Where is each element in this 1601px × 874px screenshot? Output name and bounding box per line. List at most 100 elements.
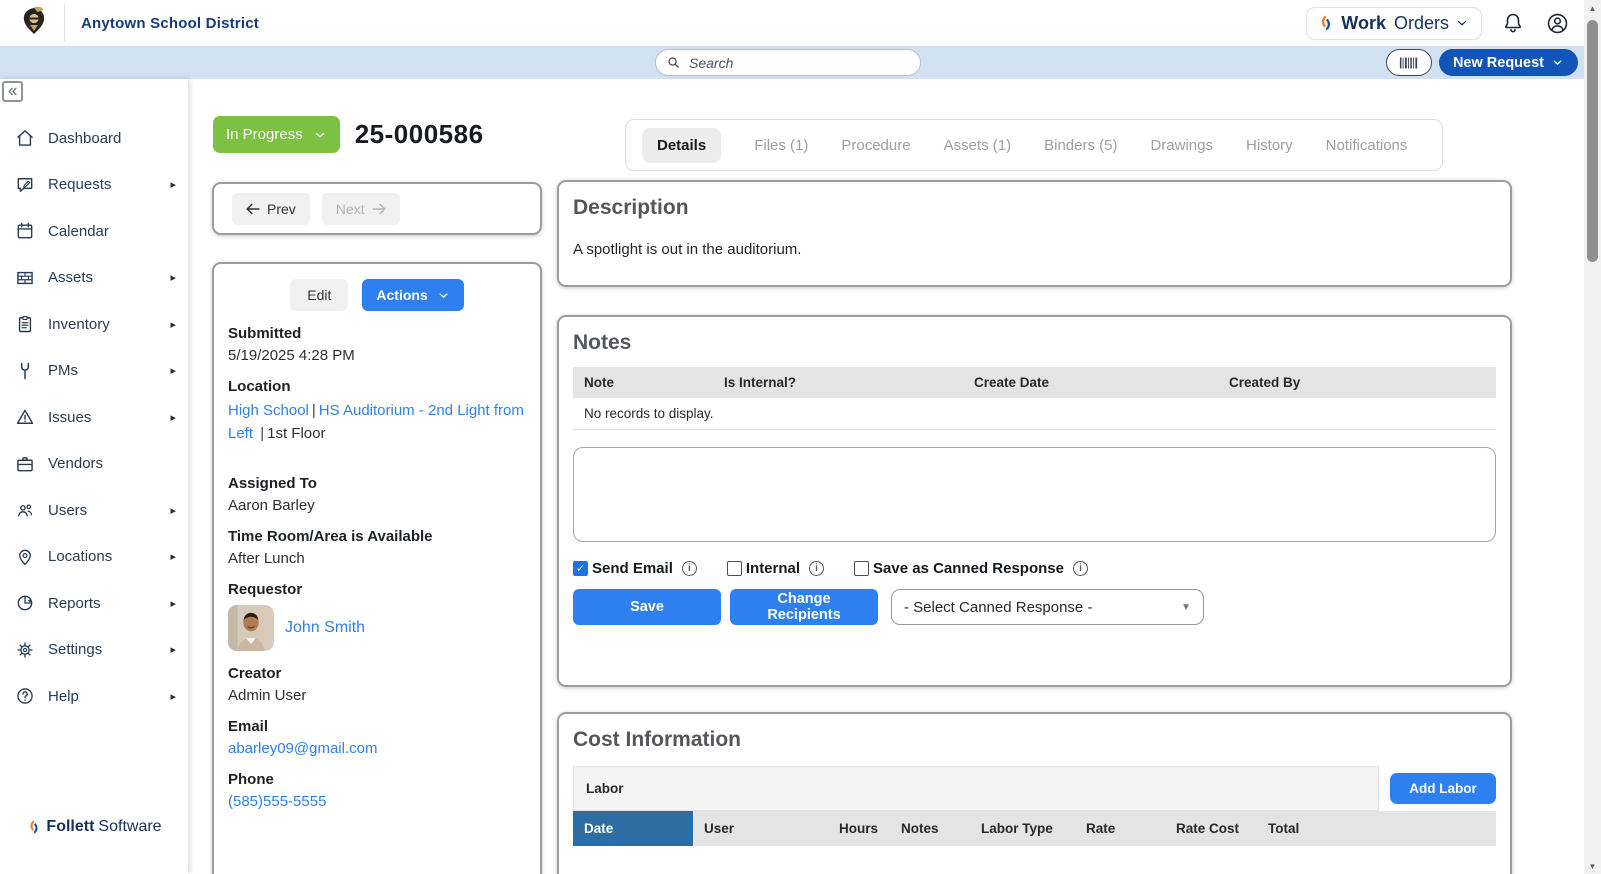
follett-brand-bold: Follett [46, 818, 95, 835]
sidebar-collapse-button[interactable] [2, 81, 23, 102]
sidebar-item-label: Dashboard [48, 129, 122, 147]
prev-record-button[interactable]: Prev [232, 192, 310, 225]
col-total[interactable]: Total [1257, 811, 1496, 846]
workorder-header: In Progress 25-000586 [213, 116, 484, 153]
chevron-down-icon [439, 292, 448, 298]
cost-information-panel: Cost Information Labor Add Labor Date Us… [557, 712, 1512, 874]
save-canned-response-checkbox[interactable]: Save as Canned Response i [854, 560, 1088, 577]
question-icon [17, 688, 33, 704]
scrollbar-up-arrow[interactable]: ▲ [1584, 0, 1601, 16]
col-created-by: Created By [1218, 367, 1496, 398]
account-button[interactable] [1544, 10, 1570, 36]
internal-checkbox[interactable]: Internal i [726, 560, 825, 577]
location-school-link[interactable]: High School [228, 402, 309, 419]
global-search[interactable] [655, 49, 921, 76]
sidebar-item-requests[interactable]: Requests ▸ [0, 162, 188, 209]
actions-label: Actions [376, 287, 428, 303]
next-record-button[interactable]: Next [321, 192, 400, 225]
search-input[interactable] [689, 54, 910, 71]
page-scrollbar[interactable]: ▲ ▼ [1584, 0, 1601, 874]
requestor-photo [228, 605, 274, 651]
sidebar-item-dashboard[interactable]: Dashboard [0, 115, 188, 162]
sidebar-item-help[interactable]: Help ▸ [0, 673, 188, 720]
time-available-value: After Lunch [228, 550, 305, 567]
notes-empty-text: No records to display. [573, 398, 1496, 430]
notes-table: Note Is Internal? Create Date Created By… [573, 367, 1496, 430]
new-request-button[interactable]: New Request [1438, 49, 1578, 76]
expand-arrow-icon: ▸ [170, 690, 176, 703]
barcode-scan-button[interactable] [1385, 49, 1432, 76]
scrollbar-down-arrow[interactable]: ▼ [1584, 858, 1601, 874]
sidebar-item-settings[interactable]: Settings ▸ [0, 627, 188, 674]
sidebar-item-reports[interactable]: Reports ▸ [0, 580, 188, 627]
col-notes[interactable]: Notes [890, 811, 970, 846]
app-switcher-workorders[interactable]: Work Orders [1306, 6, 1482, 40]
save-note-button[interactable]: Save [573, 589, 721, 625]
change-recipients-button[interactable]: Change Recipients [730, 589, 878, 625]
location-label: Location [228, 378, 291, 395]
follett-diamond-icon [1322, 15, 1331, 31]
sidebar-item-inventory[interactable]: Inventory ▸ [0, 301, 188, 348]
sidebar-item-calendar[interactable]: Calendar [0, 208, 188, 255]
sidebar-item-issues[interactable]: Issues ▸ [0, 394, 188, 441]
submitted-value: 5/19/2025 4:28 PM [228, 347, 355, 364]
sidebar-item-pms[interactable]: PMs ▸ [0, 348, 188, 395]
tab-notifications[interactable]: Notifications [1326, 137, 1408, 154]
chevron-down-icon [1457, 20, 1467, 26]
status-dropdown[interactable]: In Progress [213, 116, 340, 153]
add-labor-button[interactable]: Add Labor [1390, 773, 1496, 804]
double-chevron-left-icon [8, 87, 17, 96]
cost-information-title: Cost Information [573, 728, 741, 751]
sidebar-item-vendors[interactable]: Vendors [0, 441, 188, 488]
sidebar-item-assets[interactable]: Assets ▸ [0, 255, 188, 302]
workorder-number: 25-000586 [354, 119, 484, 149]
page: Anytown School District Work Orders Sear… [0, 0, 1601, 874]
record-navigation: Prev Next [212, 182, 542, 235]
expand-arrow-icon: ▸ [170, 644, 176, 657]
status-label: In Progress [226, 126, 303, 143]
col-labor-type[interactable]: Labor Type [970, 811, 1075, 846]
col-rate-cost[interactable]: Rate Cost [1165, 811, 1257, 846]
follett-diamond-icon [30, 820, 39, 834]
tab-details[interactable]: Details [642, 127, 722, 163]
actions-dropdown-button[interactable]: Actions [362, 279, 464, 311]
tab-procedure[interactable]: Procedure [841, 137, 910, 154]
sidebar-item-users[interactable]: Users ▸ [0, 487, 188, 534]
tab-files[interactable]: Files (1) [754, 137, 808, 154]
internal-label: Internal [745, 560, 801, 577]
notifications-bell-button[interactable] [1500, 10, 1526, 36]
col-user[interactable]: User [693, 811, 828, 846]
arrow-right-icon [372, 203, 386, 214]
send-email-checkbox[interactable]: ✓ Send Email i [573, 560, 697, 577]
info-icon[interactable]: i [681, 561, 697, 576]
sidebar-item-label: Locations [48, 548, 113, 566]
edit-button[interactable]: Edit [290, 279, 349, 311]
tab-drawings[interactable]: Drawings [1150, 137, 1213, 154]
requestor-avatar [228, 605, 274, 651]
tab-binders[interactable]: Binders (5) [1044, 137, 1117, 154]
email-link[interactable]: abarley09@gmail.com [228, 740, 377, 757]
expand-arrow-icon: ▸ [170, 411, 176, 424]
labor-section-label: Labor [573, 766, 1379, 811]
description-panel: Description A spotlight is out in the au… [557, 180, 1512, 287]
requestor-name-link[interactable]: John Smith [285, 619, 365, 637]
col-date-sorted[interactable]: Date [573, 811, 693, 846]
col-hours[interactable]: Hours [828, 811, 890, 846]
phone-link[interactable]: (585)555-5555 [228, 793, 326, 810]
pipe-separator: | [311, 402, 316, 419]
new-note-textarea[interactable] [573, 447, 1496, 542]
col-note: Note [573, 367, 713, 398]
description-body: A spotlight is out in the auditorium. [573, 241, 802, 258]
info-icon[interactable]: i [809, 561, 825, 576]
sidebar-item-label: Calendar [48, 222, 109, 240]
canned-response-select[interactable]: - Select Canned Response - ▼ [891, 589, 1204, 625]
col-is-internal: Is Internal? [713, 367, 963, 398]
info-icon[interactable]: i [1072, 561, 1088, 576]
tab-history[interactable]: History [1246, 137, 1293, 154]
map-pin-icon [19, 549, 31, 565]
sidebar-item-locations[interactable]: Locations ▸ [0, 534, 188, 581]
barcode-icon [1399, 57, 1418, 68]
scrollbar-thumb[interactable] [1587, 20, 1598, 262]
col-rate[interactable]: Rate [1075, 811, 1165, 846]
tab-assets[interactable]: Assets (1) [944, 137, 1012, 154]
